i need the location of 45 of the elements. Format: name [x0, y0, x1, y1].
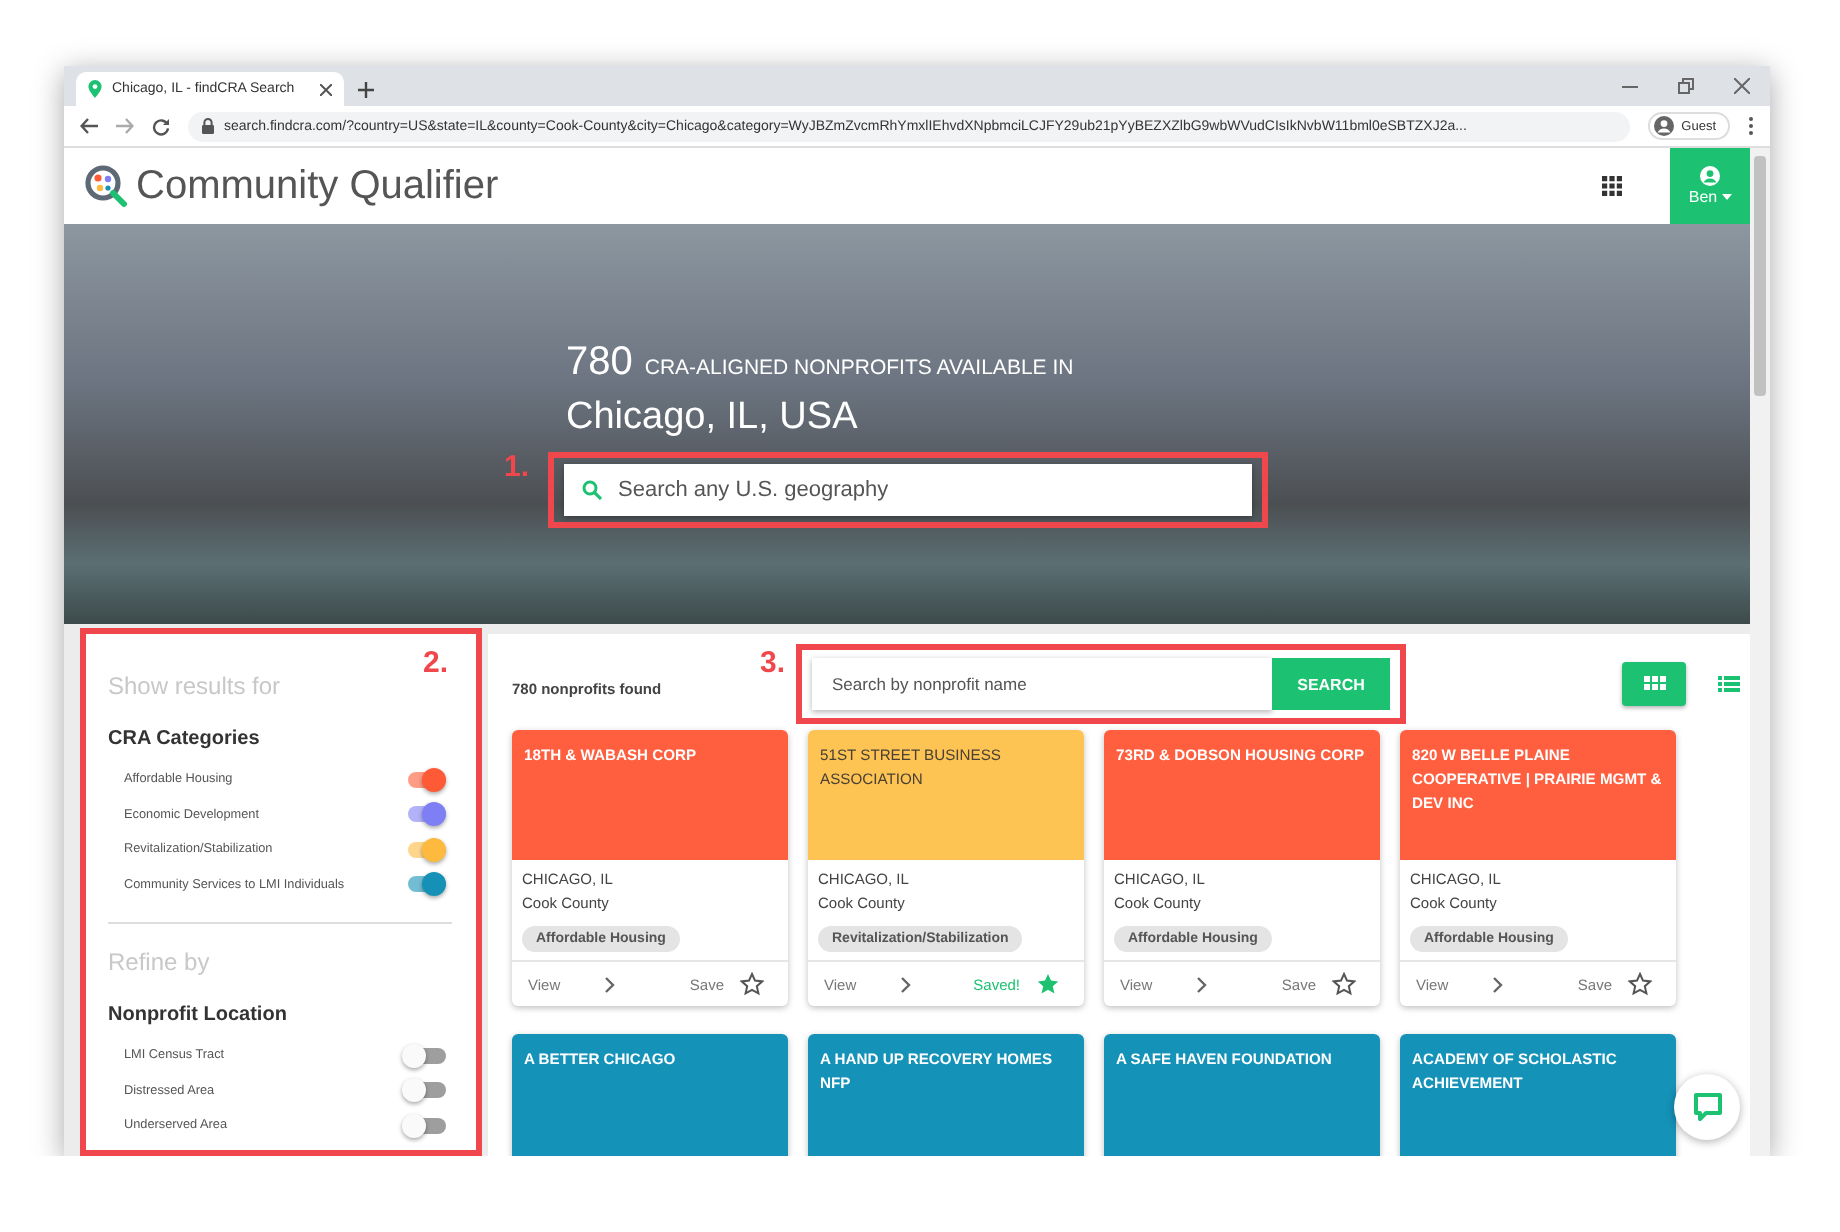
nonprofit-search-field[interactable]: Search by nonprofit name — [812, 658, 1272, 710]
chat-icon — [1691, 1092, 1723, 1122]
chevron-icon[interactable] — [1196, 975, 1209, 993]
logo-icon — [84, 164, 128, 208]
star-icon[interactable] — [740, 972, 764, 996]
group-title: CRA Categories — [108, 728, 262, 750]
list-icon — [1718, 676, 1740, 692]
search-icon — [582, 480, 602, 500]
grid-icon — [1643, 676, 1665, 692]
group-title: Nonprofit Location — [108, 1004, 289, 1026]
reload-icon[interactable] — [152, 117, 170, 135]
toggle-switch[interactable] — [402, 1078, 446, 1103]
chevron-icon[interactable] — [604, 975, 617, 993]
caret-icon — [1721, 194, 1732, 200]
apps-grid-icon[interactable] — [1602, 176, 1622, 196]
toggle-switch[interactable] — [402, 1113, 446, 1138]
brand-name: Community Qualifier — [136, 163, 499, 209]
back-icon[interactable] — [80, 118, 98, 134]
close-icon[interactable] — [1734, 78, 1750, 94]
restore-icon[interactable] — [1678, 78, 1694, 94]
more-icon[interactable] — [1748, 116, 1754, 136]
star-icon[interactable] — [1332, 972, 1356, 996]
forward-icon[interactable] — [116, 118, 134, 134]
grid-view-button[interactable] — [1622, 662, 1686, 706]
result-count: 780 — [566, 340, 633, 386]
annotation-number: 2. — [422, 646, 448, 680]
lock-icon — [202, 118, 214, 134]
annotation-number: 1. — [504, 450, 530, 484]
star-icon[interactable] — [1628, 972, 1652, 996]
toggle-switch[interactable] — [402, 1043, 446, 1068]
hero-caption: CRA-ALIGNED NONPROFITS AVAILABLE IN — [644, 356, 1074, 380]
plus-icon[interactable] — [358, 82, 374, 98]
annotation-number: 3. — [760, 646, 786, 680]
location-title: Chicago, IL, USA — [566, 396, 860, 440]
star-icon[interactable] — [1036, 972, 1060, 996]
person-icon — [1653, 116, 1674, 136]
close-icon[interactable] — [320, 83, 332, 95]
minimize-icon[interactable] — [1622, 85, 1638, 87]
chevron-icon[interactable] — [900, 975, 913, 993]
chat-button[interactable] — [1674, 1074, 1740, 1140]
map-pin-icon — [88, 80, 102, 98]
scrollbar[interactable] — [1750, 148, 1770, 1156]
geography-search-field[interactable]: Search any U.S. geography — [564, 464, 1252, 516]
chevron-icon[interactable] — [1492, 975, 1505, 993]
person-icon — [1700, 166, 1720, 186]
